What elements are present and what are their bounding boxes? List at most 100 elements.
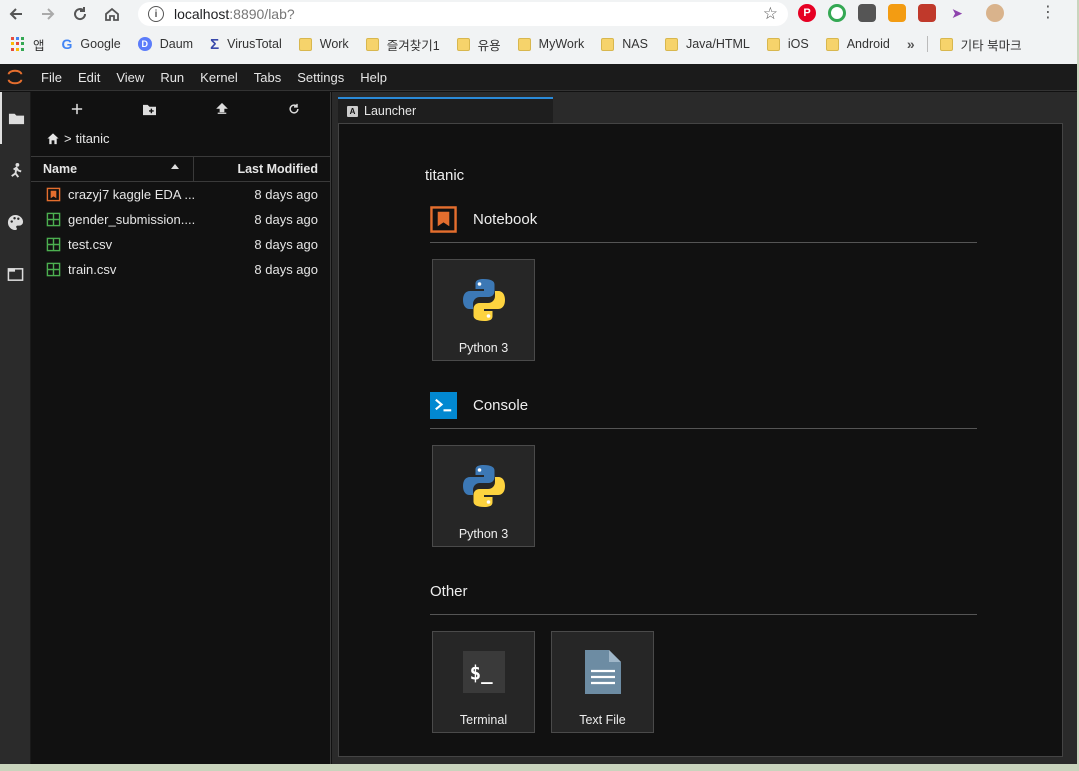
bookmark-item[interactable]: 즐겨찾기1 <box>365 35 440 54</box>
google-icon: G <box>61 36 73 52</box>
menu-help[interactable]: Help <box>352 64 395 91</box>
notebook-section: Notebook Python 3 <box>430 204 977 361</box>
bookmark-item[interactable]: Java/HTML <box>664 37 750 51</box>
tab-launcher[interactable]: A Launcher <box>338 97 553 123</box>
forward-button[interactable] <box>32 0 64 28</box>
menu-file[interactable]: File <box>30 64 70 91</box>
card-label: Python 3 <box>458 341 509 355</box>
bookmark-item[interactable]: G Google <box>62 36 121 52</box>
jupyterlab: File Edit View Run Kernel Tabs Settings … <box>0 64 1077 764</box>
upload-button[interactable] <box>187 97 256 121</box>
sort-caret-icon <box>171 164 179 169</box>
notebook-section-icon <box>430 205 457 233</box>
file-row[interactable]: test.csv 8 days ago <box>31 232 330 257</box>
bookmark-label: iOS <box>787 37 809 51</box>
menu-edit[interactable]: Edit <box>70 64 108 91</box>
extension-ring-icon[interactable] <box>828 4 846 22</box>
cursor-extension-icon[interactable]: ➤ <box>948 4 966 22</box>
new-folder-button[interactable] <box>115 97 184 121</box>
bookmark-label: VirusTotal <box>227 37 282 51</box>
bookmark-label: Google <box>80 37 121 51</box>
back-button[interactable] <box>0 0 32 28</box>
bookmarks-bar: 앱 G Google D Daum Σ VirusTotal Work 즐겨찾기1 유용 MyWor… <box>0 30 1077 58</box>
bookmark-item[interactable]: Android <box>825 37 890 51</box>
launcher-tab-icon: A <box>347 105 358 117</box>
breadcrumb-folder[interactable]: titanic <box>76 131 110 146</box>
file-name: crazyj7 kaggle EDA ... <box>68 187 196 202</box>
file-modified: 8 days ago <box>254 237 318 252</box>
menu-settings[interactable]: Settings <box>289 64 352 91</box>
running-icon <box>11 162 22 178</box>
browser-menu-icon[interactable]: ⋮ <box>1040 4 1056 22</box>
bookmark-item[interactable]: iOS <box>766 37 809 51</box>
file-row[interactable]: gender_submission.... 8 days ago <box>31 207 330 232</box>
console-python3-card[interactable]: Python 3 <box>432 445 535 547</box>
notebook-python3-card[interactable]: Python 3 <box>432 259 535 361</box>
bookmark-label: 즐겨찾기1 <box>386 38 440 53</box>
home-button[interactable] <box>96 0 128 28</box>
tab-bar: A Launcher <box>332 92 1077 123</box>
file-name: gender_submission.... <box>68 212 196 227</box>
terminal-card[interactable]: $_ Terminal <box>432 631 535 733</box>
folder-icon <box>766 37 780 51</box>
breadcrumb: > titanic <box>31 126 330 150</box>
camera-extension-icon[interactable] <box>858 4 876 22</box>
text-file-card[interactable]: Text File <box>551 631 654 733</box>
spreadsheet-file-icon <box>45 212 61 228</box>
file-row[interactable]: crazyj7 kaggle EDA ... 8 days ago <box>31 182 330 207</box>
menu-view[interactable]: View <box>108 64 152 91</box>
bookmark-item[interactable]: 앱 <box>11 35 45 54</box>
file-row[interactable]: train.csv 8 days ago <box>31 257 330 282</box>
bookmark-item[interactable]: MyWork <box>517 37 584 51</box>
terminal-icon: $_ <box>458 646 510 698</box>
text-file-icon <box>577 646 629 698</box>
forward-arrow-icon <box>42 8 55 20</box>
name-column-header[interactable]: Name <box>31 157 194 181</box>
file-modified: 8 days ago <box>254 212 318 227</box>
file-browser-panel: > titanic Name Last Modified crazyj7 kag… <box>31 92 331 764</box>
menu-tabs[interactable]: Tabs <box>246 64 289 91</box>
other-bookmarks[interactable]: 기타 북마크 <box>939 35 1022 54</box>
new-launcher-button[interactable] <box>43 97 112 121</box>
bookmark-item[interactable]: Work <box>298 37 349 51</box>
bookmark-star-icon[interactable]: ☆ <box>763 4 778 24</box>
bookmark-label: NAS <box>622 37 648 51</box>
file-name: test.csv <box>68 237 113 252</box>
console-section-title: Console <box>473 396 529 414</box>
modified-column-header[interactable]: Last Modified <box>194 162 330 176</box>
pinterest-extension-icon[interactable]: P <box>798 4 816 22</box>
palette-icon <box>7 214 24 230</box>
running-tab[interactable] <box>0 144 31 196</box>
profile-avatar[interactable] <box>986 4 1004 22</box>
menu-kernel[interactable]: Kernel <box>192 64 246 91</box>
bookmarks-overflow-button[interactable]: » <box>907 36 915 52</box>
bookmark-item[interactable]: 유용 <box>456 35 501 54</box>
theme-tab[interactable] <box>0 196 31 248</box>
console-section-icon <box>430 391 457 419</box>
bookmark-item[interactable]: NAS <box>601 37 648 51</box>
refresh-button[interactable] <box>259 97 328 121</box>
bookmark-item[interactable]: Σ VirusTotal <box>210 36 282 53</box>
file-modified: 8 days ago <box>254 187 318 202</box>
red-extension-icon[interactable] <box>918 4 936 22</box>
notebook-section-title: Notebook <box>473 210 538 228</box>
bookmark-item[interactable]: D Daum <box>137 37 193 51</box>
file-browser-toolbar <box>31 92 330 126</box>
folder-icon <box>939 37 953 51</box>
file-list: crazyj7 kaggle EDA ... 8 days ago gender… <box>31 182 330 282</box>
python-logo-icon <box>458 274 510 326</box>
upload-icon <box>215 103 228 114</box>
card-label: Terminal <box>459 713 508 727</box>
home-icon[interactable] <box>46 132 60 145</box>
file-browser-tab[interactable] <box>0 92 31 144</box>
user-extension-icon[interactable] <box>888 4 906 22</box>
bookmarks-separator <box>926 36 928 52</box>
info-icon[interactable]: i <box>148 6 164 22</box>
notebook-file-icon <box>45 187 61 203</box>
tabs-tab[interactable] <box>0 248 31 300</box>
address-bar[interactable]: i localhost:8890/lab? ☆ <box>138 2 788 26</box>
reload-button[interactable] <box>64 0 96 28</box>
folder-icon <box>601 37 615 51</box>
menu-run[interactable]: Run <box>152 64 192 91</box>
file-list-header: Name Last Modified <box>31 156 330 182</box>
